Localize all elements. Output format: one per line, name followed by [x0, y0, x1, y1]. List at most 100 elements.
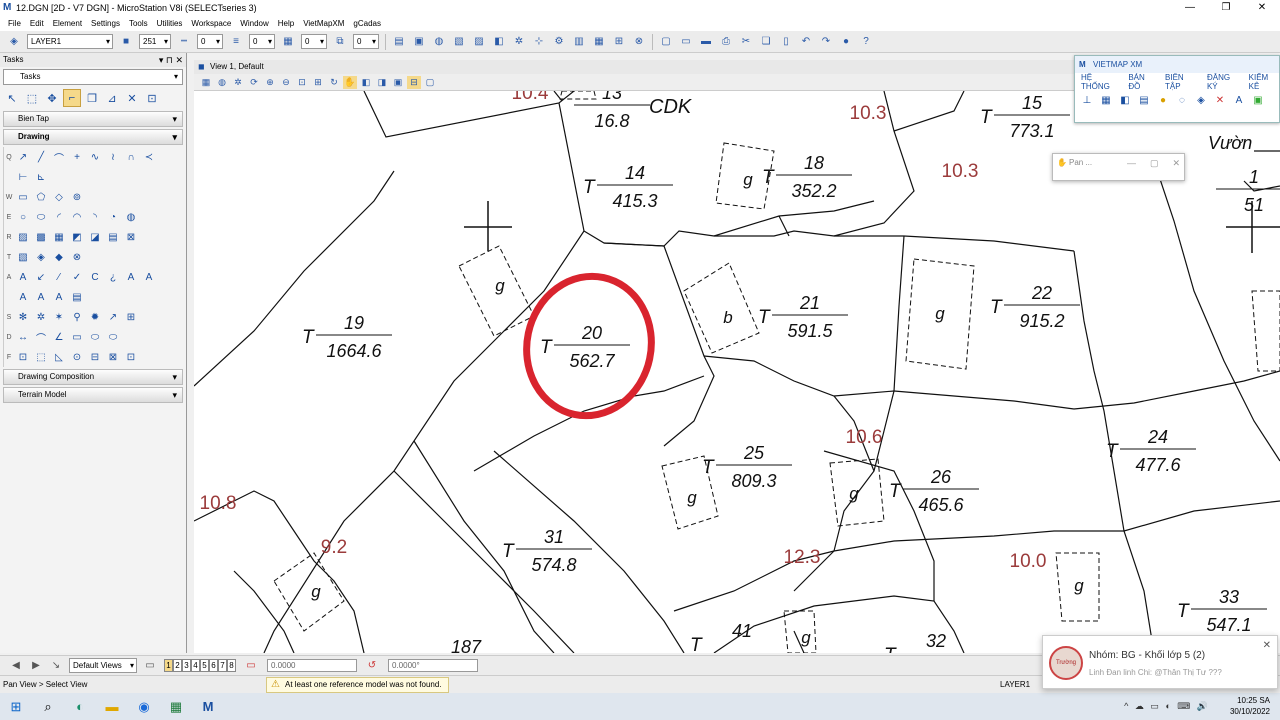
line-style-icon[interactable]: ┅	[175, 34, 193, 50]
pattern-icon[interactable]: ▦	[50, 228, 68, 246]
multiline-icon[interactable]: ≺	[140, 148, 158, 166]
arc-tool-icon[interactable]: ◜	[50, 208, 68, 226]
globe-icon[interactable]: ◍	[430, 34, 448, 50]
pin-icon[interactable]: ⊥	[1079, 93, 1095, 109]
priority-icon[interactable]: ⧉	[331, 34, 349, 50]
half-ellipse-icon[interactable]: ◠	[68, 208, 86, 226]
copy-icon[interactable]: ❏	[757, 34, 775, 50]
angle-field[interactable]: 0.0000°	[388, 659, 478, 672]
place-smartline-icon[interactable]: ↗	[14, 148, 32, 166]
rectangle-icon[interactable]: ▭	[14, 188, 32, 206]
place-line-icon[interactable]: ⌐	[63, 89, 81, 107]
menu-window[interactable]: Window	[240, 19, 268, 28]
replace-cell-icon[interactable]: ◆	[50, 248, 68, 266]
maximize-icon[interactable]: ▢	[1150, 154, 1159, 172]
spiral-icon[interactable]: ∩	[122, 148, 140, 166]
accudraw-icon[interactable]: ⊹	[530, 34, 548, 50]
modify-arc-icon[interactable]: ◔	[104, 208, 122, 226]
status-layer[interactable]: LAYER1	[1000, 680, 1030, 689]
edit-text-icon[interactable]: ↙	[32, 268, 50, 286]
text-down-icon[interactable]: A	[140, 268, 158, 286]
vietmap-menu-ban-do[interactable]: BẢN ĐỒ	[1128, 73, 1157, 91]
view-button-7[interactable]: 7	[218, 659, 227, 672]
move-icon[interactable]: ✥	[43, 89, 61, 107]
clip-volume-icon[interactable]: ▢	[423, 76, 437, 89]
cut-icon[interactable]: ✂	[737, 34, 755, 50]
back-arrow-icon[interactable]: ◀	[7, 658, 25, 674]
delete-pattern-icon[interactable]: ⊠	[122, 228, 140, 246]
menu-vietmapxm[interactable]: VietMapXM	[303, 19, 344, 28]
copy-view-icon[interactable]: ▣	[391, 76, 405, 89]
menu-gcadas[interactable]: gCadas	[353, 19, 381, 28]
windows-start-icon[interactable]: ⊞	[2, 696, 30, 718]
fence-block-icon[interactable]: ⊡	[14, 348, 32, 366]
line-icon[interactable]: ╱	[32, 148, 50, 166]
undo-icon[interactable]: ↶	[797, 34, 815, 50]
crosshatch-icon[interactable]: ▩	[32, 228, 50, 246]
minimize-icon[interactable]: —	[1127, 154, 1136, 172]
file-explorer-icon[interactable]: ▬	[98, 696, 126, 718]
close-icon[interactable]: ✕	[1263, 640, 1271, 651]
bulb-off-icon[interactable]: ◌	[1174, 93, 1190, 109]
menu-file[interactable]: File	[8, 19, 21, 28]
menu-utilities[interactable]: Utilities	[157, 19, 183, 28]
dimension-radius-icon[interactable]: ⬭	[86, 328, 104, 346]
arrow-tool-icon[interactable]: ↗	[104, 308, 122, 326]
close-icon[interactable]: ✕	[1172, 154, 1180, 172]
document-icon[interactable]: ▤	[1136, 93, 1152, 109]
brightness-icon[interactable]: ✲	[231, 76, 245, 89]
angle-icon[interactable]: ⊾	[32, 168, 50, 186]
transparency-icon[interactable]: ▦	[279, 34, 297, 50]
dimension-element-icon[interactable]: ⬭	[104, 328, 122, 346]
vietmap-menu-he-thong[interactable]: HỆ THỐNG	[1081, 73, 1120, 91]
bulb-icon[interactable]: ●	[1155, 93, 1171, 109]
new-file-icon[interactable]: ▤	[390, 34, 408, 50]
delete-icon[interactable]: ⊗	[630, 34, 648, 50]
redo-icon[interactable]: ↷	[817, 34, 835, 50]
grid-icon[interactable]: ⊞	[610, 34, 628, 50]
priority-select[interactable]: 0	[353, 34, 379, 49]
fence-move-icon[interactable]: ⊡	[122, 348, 140, 366]
view-button-4[interactable]: 4	[191, 659, 200, 672]
text-up-icon[interactable]: A	[122, 268, 140, 286]
section-drawing-composition[interactable]: Drawing Composition	[3, 369, 183, 385]
section-terrain-model[interactable]: Terrain Model	[3, 387, 183, 403]
zoom-out-icon[interactable]: ⊖	[279, 76, 293, 89]
table-icon[interactable]: ▦	[590, 34, 608, 50]
scale-icon[interactable]: ⊡	[143, 89, 161, 107]
stream-icon[interactable]: ≀	[104, 148, 122, 166]
menu-tools[interactable]: Tools	[129, 19, 148, 28]
curve-icon[interactable]: ∿	[86, 148, 104, 166]
update-view-icon[interactable]: ⟳	[247, 76, 261, 89]
menu-element[interactable]: Element	[53, 19, 82, 28]
place-text-icon[interactable]: A	[14, 268, 32, 286]
erase-icon[interactable]: ✕	[1212, 93, 1228, 109]
sparkle-icon[interactable]: ✶	[50, 308, 68, 326]
arc-radius-icon[interactable]: ◍	[122, 208, 140, 226]
increment-text-icon[interactable]: A	[32, 288, 50, 306]
view-button-1[interactable]: 1	[164, 659, 173, 672]
microstation-taskbar-icon[interactable]: M	[194, 696, 222, 718]
drop-cell-icon[interactable]: ⊗	[68, 248, 86, 266]
orphan-cell-icon[interactable]: ⊚	[68, 188, 86, 206]
display-style-icon[interactable]: ◍	[215, 76, 229, 89]
circle-icon[interactable]: ○	[14, 208, 32, 226]
ellipse-icon[interactable]: ⬭	[32, 208, 50, 226]
new-icon[interactable]: ▢	[657, 34, 675, 50]
print-icon[interactable]: ⎙	[717, 34, 735, 50]
close-button[interactable]: ✕	[1244, 0, 1280, 16]
transparency-select[interactable]: 0	[301, 34, 327, 49]
dimension-arc-icon[interactable]: ⌒	[32, 328, 50, 346]
modify-icon[interactable]: ⊿	[103, 89, 121, 107]
view-button-5[interactable]: 5	[200, 659, 209, 672]
text-icon[interactable]: A	[1231, 93, 1247, 109]
vietmap-menu-kiem-ke[interactable]: KIỂM KÊ	[1249, 73, 1279, 91]
snap-tool-icon[interactable]: ✲	[32, 308, 50, 326]
settings-icon[interactable]: ⚙	[550, 34, 568, 50]
help-icon[interactable]: ?	[857, 34, 875, 50]
system-tray-icons[interactable]: ^ ☁ ▭ ◐ ⌨ 🔊	[1124, 701, 1210, 712]
save-icon[interactable]: ▬	[697, 34, 715, 50]
reference-icon[interactable]: ▣	[410, 34, 428, 50]
zalo-icon[interactable]: ◉	[130, 696, 158, 718]
fence-shape-icon[interactable]: ⬚	[32, 348, 50, 366]
